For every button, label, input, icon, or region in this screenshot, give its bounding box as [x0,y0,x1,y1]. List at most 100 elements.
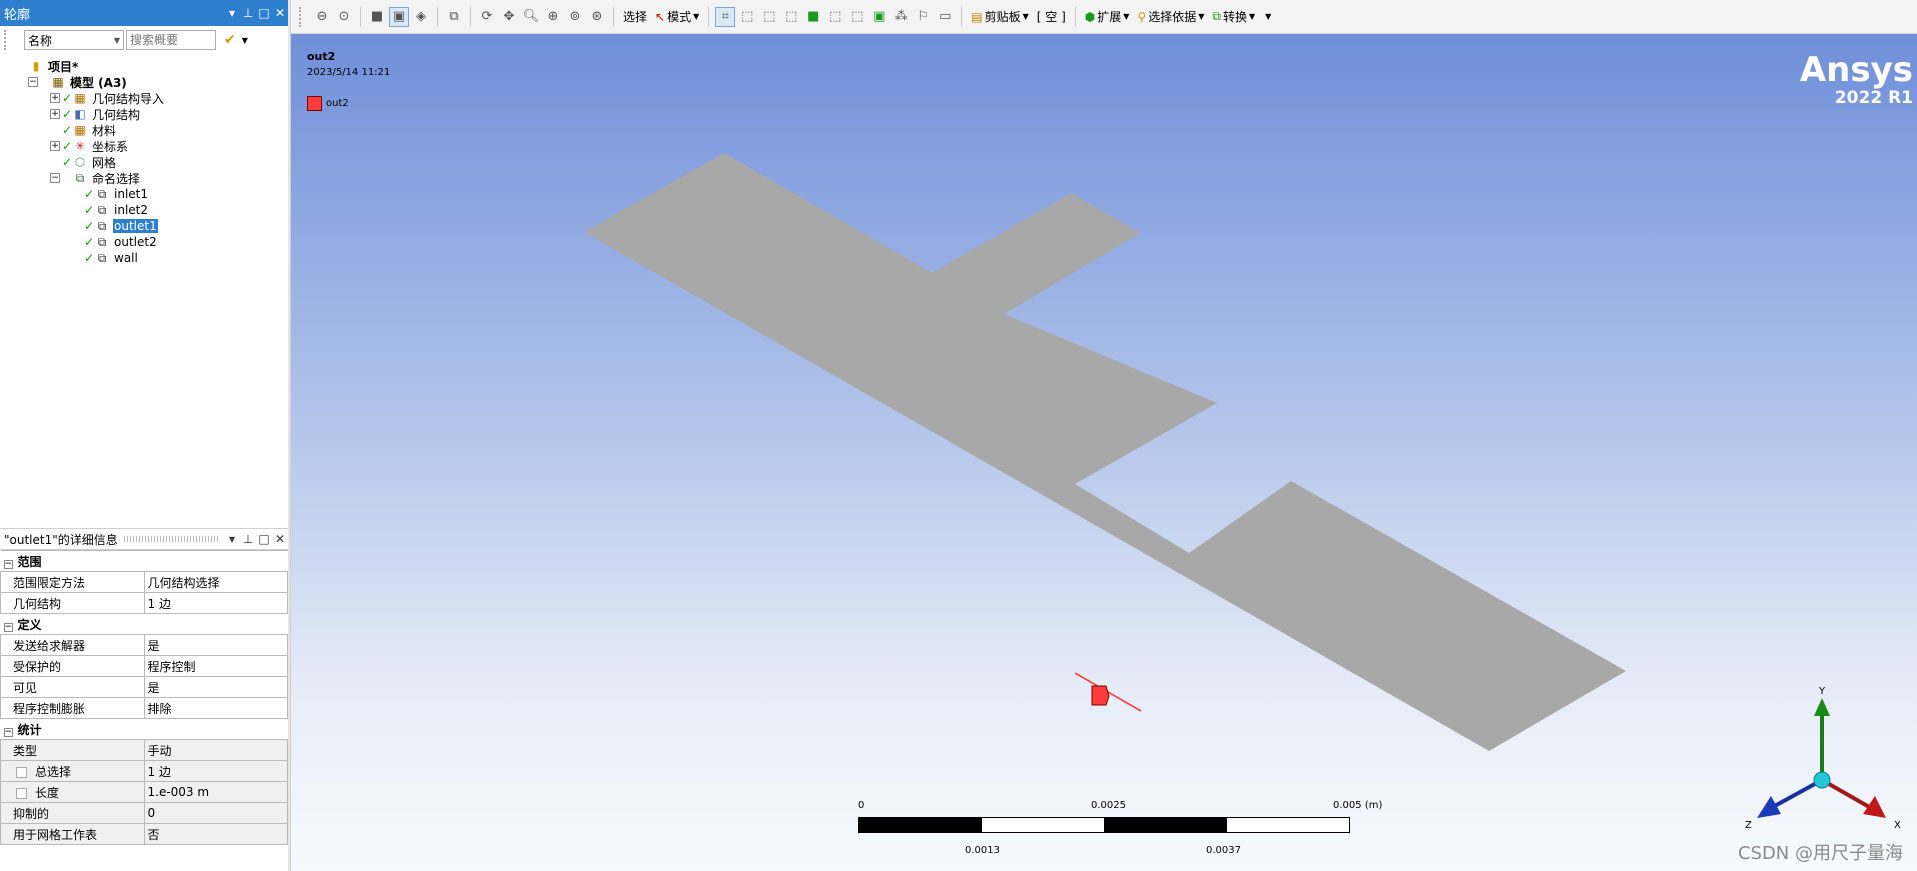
shaded-view-icon[interactable]: ■ [367,7,387,27]
shaded-edges-icon[interactable]: ▣ [389,6,409,27]
property-value[interactable]: 否 [143,823,288,845]
tree-item[interactable]: + ✓ ▦ 几何结构导入 [0,90,288,106]
filter-type-select[interactable]: 名称 ▼ [24,30,124,50]
details-row[interactable]: 受保护的 程序控制 [0,655,288,677]
expand-icon[interactable]: + [50,141,60,151]
property-value[interactable]: 是 [143,634,288,656]
parameter-checkbox[interactable] [16,787,27,799]
select-mesh-icon[interactable]: ▣ [869,7,889,27]
mode-dropdown[interactable]: ↖ 模式 ▼ [655,8,699,25]
property-value[interactable]: 1.e-003 m [143,781,288,803]
zoom-icon[interactable]: 🔍︎ [521,7,541,27]
maximize-icon[interactable]: □ [256,532,272,546]
tree-item[interactable]: ✓ ⧉ outlet1 [0,218,288,234]
tree-item[interactable]: ✓ ▦ 材料 [0,122,288,138]
tree-item[interactable]: + ✓ ◧ 几何结构 [0,106,288,122]
tree-item[interactable]: ✓ ⧉ wall [0,250,288,266]
close-icon[interactable]: ✕ [272,532,288,546]
details-row[interactable]: 总选择 1 边 [0,760,288,782]
zoom-out-icon[interactable]: ⊖ [312,7,332,27]
pin-icon[interactable]: ⊥ [240,532,256,546]
details-row[interactable]: 长度 1.e-003 m [0,781,288,803]
tree-item[interactable]: − ▦ 模型 (A3) [0,74,288,90]
extend-dropdown[interactable]: ⬢ 扩展 ▼ [1085,8,1130,25]
clipboard-dropdown[interactable]: ▤ 剪贴板 ▼ [971,8,1029,25]
pin-icon[interactable]: ⊥ [240,6,256,20]
clipboard-state: [ 空 ] [1036,10,1066,24]
property-value[interactable]: 手动 [143,739,288,761]
tree-item[interactable]: + ✓ ✳ 坐标系 [0,138,288,154]
property-value[interactable]: 1 边 [143,760,288,782]
details-row[interactable]: 发送给求解器 是 [0,634,288,656]
convert-dropdown[interactable]: ⧉ 转换 ▼ [1212,8,1255,25]
close-icon[interactable]: ✕ [272,6,288,20]
expand-icon[interactable]: + [50,93,60,103]
wireframe-icon[interactable]: ◈ [411,7,431,27]
collapse-icon[interactable]: − [3,622,13,632]
box-zoom-icon[interactable]: ⊕ [543,7,563,27]
select-element-icon[interactable]: ⬚ [847,7,867,27]
property-value[interactable]: 排除 [143,697,288,719]
pan-icon[interactable]: ✥ [499,7,519,27]
select-by-dropdown[interactable]: ⚲ 选择依据 ▼ [1137,8,1204,25]
details-row[interactable]: 可见 是 [0,676,288,698]
graphics-viewport[interactable]: out2 2023/5/14 11:21 out2 Ansys 2022 R1 … [291,34,1917,871]
maximize-icon[interactable]: □ [256,6,272,20]
select-face-icon[interactable]: ⬚ [759,7,779,27]
label-icon[interactable]: ⚐ [913,7,933,27]
select-node-icon[interactable]: ■ [803,7,823,27]
details-row[interactable]: 抑制的 0 [0,802,288,824]
axis-triad[interactable]: Y X Z [1731,664,1911,834]
tree-item[interactable]: ▮ 项目* [0,58,288,74]
select-vertex-icon[interactable]: ⬚ [737,7,757,27]
toolbar-overflow-icon[interactable]: ▼ [1263,12,1271,21]
collapse-icon[interactable]: − [50,173,60,183]
collapse-icon[interactable]: − [3,727,13,737]
details-pane: "outlet1"的详细信息 ▾ ⊥ □ ✕ − 范围 范围限定方法 几何结构选择 几何… [0,528,288,871]
details-row[interactable]: 程序控制膨胀 排除 [0,697,288,719]
details-row[interactable]: 范围限定方法 几何结构选择 [0,571,288,593]
tree-item-label: outlet2 [114,235,157,249]
select-body-icon[interactable]: ⬚ [781,7,801,27]
comment-icon[interactable]: ▭ [935,7,955,27]
details-group-header[interactable]: − 定义 [0,613,288,635]
property-name: 发送给求解器 [13,638,86,653]
dropdown-icon[interactable]: ▾ [224,532,240,546]
details-row[interactable]: 几何结构 1 边 [0,592,288,614]
tree-item[interactable]: − ⧉ 命名选择 [0,170,288,186]
rotate-icon[interactable]: ⟳ [477,7,497,27]
search-input[interactable] [126,30,216,50]
more-options-icon[interactable]: ▼ [242,36,248,45]
zoom-previous-icon[interactable]: ⊙ [334,7,354,27]
filter-go-icon[interactable]: ✔ [224,32,236,48]
property-value[interactable]: 几何结构选择 [143,571,288,593]
property-value[interactable]: 1 边 [143,592,288,614]
details-row[interactable]: 类型 手动 [0,739,288,761]
tree-item[interactable]: ✓ ⧉ inlet1 [0,186,288,202]
select-element-face-icon[interactable]: ⬚ [825,7,845,27]
tree-item-label: 几何结构 [92,107,141,122]
annotation-icon[interactable]: ⁂ [891,7,911,27]
property-value[interactable]: 程序控制 [143,655,288,677]
property-value[interactable]: 是 [143,676,288,698]
property-value[interactable]: 0 [143,802,288,824]
expand-icon[interactable]: + [50,109,60,119]
fluid-domain-surface[interactable] [584,153,1626,751]
tree-item[interactable]: ✓ ⧉ inlet2 [0,202,288,218]
details-row[interactable]: 用于网格工作表 否 [0,823,288,845]
collapse-icon[interactable]: − [3,559,13,569]
parameter-checkbox[interactable] [16,766,27,778]
select-edge-icon[interactable]: ⌗ [715,6,736,27]
model-geometry[interactable] [291,34,1917,871]
tree-item[interactable]: ✓ ⧉ outlet2 [0,234,288,250]
zoom-fit-icon[interactable]: ⊚ [565,7,585,27]
details-group-header[interactable]: − 范围 [0,550,288,572]
status-check-icon: ✓ [84,219,95,233]
dropdown-icon[interactable]: ▾ [224,6,240,20]
magnifier-icon[interactable]: ⊛ [587,7,607,27]
group-cell: − 统计 [0,718,288,740]
collapse-icon[interactable]: − [28,77,38,87]
details-group-header[interactable]: − 统计 [0,718,288,740]
tree-item[interactable]: ✓ ⬡ 网格 [0,154,288,170]
selection-icon[interactable]: ⧉ [444,7,464,27]
